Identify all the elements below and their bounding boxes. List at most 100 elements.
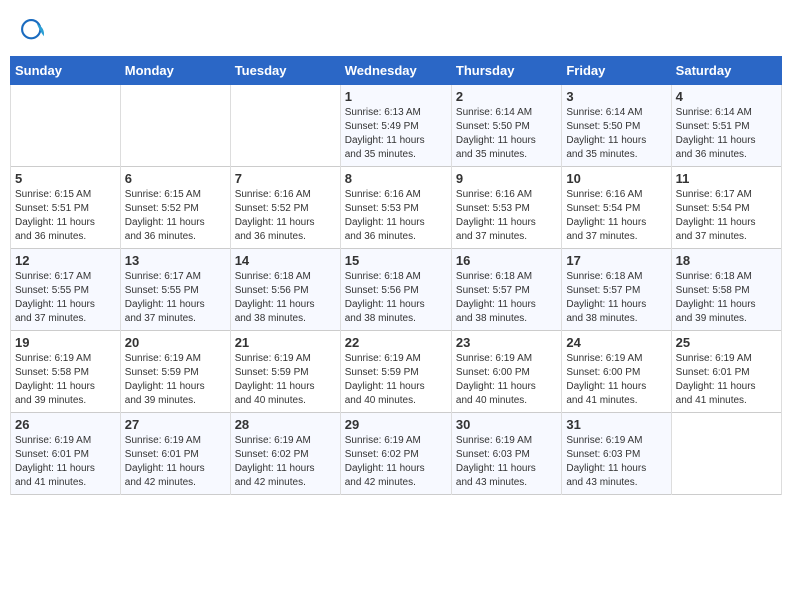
- day-info: Sunrise: 6:17 AM Sunset: 5:55 PM Dayligh…: [15, 270, 116, 326]
- calendar-cell: [120, 85, 230, 167]
- day-number: 28: [235, 417, 336, 432]
- calendar-cell: 14 Sunrise: 6:18 AM Sunset: 5:56 PM Dayli…: [230, 249, 340, 331]
- day-info: Sunrise: 6:16 AM Sunset: 5:53 PM Dayligh…: [345, 188, 447, 244]
- calendar-cell: 24 Sunrise: 6:19 AM Sunset: 6:00 PM Dayli…: [562, 331, 671, 413]
- calendar-cell: 25 Sunrise: 6:19 AM Sunset: 6:01 PM Dayli…: [671, 331, 781, 413]
- day-info: Sunrise: 6:18 AM Sunset: 5:58 PM Dayligh…: [676, 270, 777, 326]
- calendar-cell: 13 Sunrise: 6:17 AM Sunset: 5:55 PM Dayli…: [120, 249, 230, 331]
- calendar-week-row: 19Sunrise: 6:19 AM Sunset: 5:58 PM Dayli…: [11, 331, 782, 413]
- calendar-cell: 18 Sunrise: 6:18 AM Sunset: 5:58 PM Dayli…: [671, 249, 781, 331]
- calendar-cell: 21Sunrise: 6:19 AM Sunset: 5:59 PM Dayli…: [230, 331, 340, 413]
- calendar-cell: 2 Sunrise: 6:14 AM Sunset: 5:50 PM Daylig…: [451, 85, 561, 167]
- day-number: 14: [235, 253, 336, 268]
- day-number: 2: [456, 89, 557, 104]
- calendar-cell: 20Sunrise: 6:19 AM Sunset: 5:59 PM Dayli…: [120, 331, 230, 413]
- day-number: 1: [345, 89, 447, 104]
- calendar-cell: 29Sunrise: 6:19 AM Sunset: 6:02 PM Dayli…: [340, 413, 451, 495]
- day-number: 24: [566, 335, 666, 350]
- day-number: 22: [345, 335, 447, 350]
- day-number: 5: [15, 171, 116, 186]
- day-number: 19: [15, 335, 116, 350]
- weekday-header-monday: Monday: [120, 57, 230, 85]
- day-number: 15: [345, 253, 447, 268]
- calendar-week-row: 1 Sunrise: 6:13 AM Sunset: 5:49 PM Daylig…: [11, 85, 782, 167]
- page-header: [10, 10, 782, 50]
- weekday-header-sunday: Sunday: [11, 57, 121, 85]
- day-number: 20: [125, 335, 226, 350]
- calendar-cell: 15 Sunrise: 6:18 AM Sunset: 5:56 PM Dayli…: [340, 249, 451, 331]
- calendar-cell: 8 Sunrise: 6:16 AM Sunset: 5:53 PM Daylig…: [340, 167, 451, 249]
- weekday-header-tuesday: Tuesday: [230, 57, 340, 85]
- day-number: 26: [15, 417, 116, 432]
- day-info: Sunrise: 6:14 AM Sunset: 5:50 PM Dayligh…: [566, 106, 666, 162]
- day-number: 30: [456, 417, 557, 432]
- day-info: Sunrise: 6:14 AM Sunset: 5:50 PM Dayligh…: [456, 106, 557, 162]
- day-number: 29: [345, 417, 447, 432]
- day-number: 6: [125, 171, 226, 186]
- day-info: Sunrise: 6:18 AM Sunset: 5:56 PM Dayligh…: [345, 270, 447, 326]
- calendar-cell: 9Sunrise: 6:16 AM Sunset: 5:53 PM Daylig…: [451, 167, 561, 249]
- day-info: Sunrise: 6:15 AM Sunset: 5:52 PM Dayligh…: [125, 188, 226, 244]
- calendar-week-row: 5 Sunrise: 6:15 AM Sunset: 5:51 PM Daylig…: [11, 167, 782, 249]
- calendar-cell: [230, 85, 340, 167]
- calendar-cell: 12 Sunrise: 6:17 AM Sunset: 5:55 PM Dayli…: [11, 249, 121, 331]
- calendar-cell: 1 Sunrise: 6:13 AM Sunset: 5:49 PM Daylig…: [340, 85, 451, 167]
- day-info: Sunrise: 6:16 AM Sunset: 5:54 PM Dayligh…: [566, 188, 666, 244]
- calendar-cell: 28 Sunrise: 6:19 AM Sunset: 6:02 PM Dayli…: [230, 413, 340, 495]
- day-info: Sunrise: 6:13 AM Sunset: 5:49 PM Dayligh…: [345, 106, 447, 162]
- day-info: Sunrise: 6:14 AM Sunset: 5:51 PM Dayligh…: [676, 106, 777, 162]
- weekday-header-friday: Friday: [562, 57, 671, 85]
- calendar-cell: 23Sunrise: 6:19 AM Sunset: 6:00 PM Dayli…: [451, 331, 561, 413]
- day-info: Sunrise: 6:19 AM Sunset: 6:03 PM Dayligh…: [456, 434, 557, 490]
- day-number: 7: [235, 171, 336, 186]
- day-info: Sunrise: 6:19 AM Sunset: 6:00 PM Dayligh…: [566, 352, 666, 408]
- calendar-cell: 31Sunrise: 6:19 AM Sunset: 6:03 PM Dayli…: [562, 413, 671, 495]
- day-info: Sunrise: 6:19 AM Sunset: 6:02 PM Dayligh…: [235, 434, 336, 490]
- day-number: 13: [125, 253, 226, 268]
- day-info: Sunrise: 6:15 AM Sunset: 5:51 PM Dayligh…: [15, 188, 116, 244]
- logo: [20, 18, 52, 46]
- day-number: 31: [566, 417, 666, 432]
- day-number: 3: [566, 89, 666, 104]
- calendar-cell: 27Sunrise: 6:19 AM Sunset: 6:01 PM Dayli…: [120, 413, 230, 495]
- day-number: 12: [15, 253, 116, 268]
- weekday-header-wednesday: Wednesday: [340, 57, 451, 85]
- day-number: 8: [345, 171, 447, 186]
- calendar-cell: 17Sunrise: 6:18 AM Sunset: 5:57 PM Dayli…: [562, 249, 671, 331]
- day-info: Sunrise: 6:17 AM Sunset: 5:55 PM Dayligh…: [125, 270, 226, 326]
- day-info: Sunrise: 6:18 AM Sunset: 5:57 PM Dayligh…: [456, 270, 557, 326]
- day-number: 21: [235, 335, 336, 350]
- weekday-header-row: SundayMondayTuesdayWednesdayThursdayFrid…: [11, 57, 782, 85]
- calendar-week-row: 26 Sunrise: 6:19 AM Sunset: 6:01 PM Dayli…: [11, 413, 782, 495]
- day-info: Sunrise: 6:18 AM Sunset: 5:56 PM Dayligh…: [235, 270, 336, 326]
- calendar-cell: 19Sunrise: 6:19 AM Sunset: 5:58 PM Dayli…: [11, 331, 121, 413]
- day-number: 16: [456, 253, 557, 268]
- calendar-cell: 4Sunrise: 6:14 AM Sunset: 5:51 PM Daylig…: [671, 85, 781, 167]
- day-number: 10: [566, 171, 666, 186]
- day-info: Sunrise: 6:19 AM Sunset: 6:01 PM Dayligh…: [125, 434, 226, 490]
- day-number: 23: [456, 335, 557, 350]
- calendar-cell: 10 Sunrise: 6:16 AM Sunset: 5:54 PM Dayli…: [562, 167, 671, 249]
- calendar-cell: [671, 413, 781, 495]
- calendar-cell: 11 Sunrise: 6:17 AM Sunset: 5:54 PM Dayli…: [671, 167, 781, 249]
- calendar-cell: 7Sunrise: 6:16 AM Sunset: 5:52 PM Daylig…: [230, 167, 340, 249]
- day-info: Sunrise: 6:19 AM Sunset: 6:01 PM Dayligh…: [15, 434, 116, 490]
- day-number: 18: [676, 253, 777, 268]
- day-info: Sunrise: 6:18 AM Sunset: 5:57 PM Dayligh…: [566, 270, 666, 326]
- calendar-cell: 30 Sunrise: 6:19 AM Sunset: 6:03 PM Dayli…: [451, 413, 561, 495]
- calendar-cell: 26 Sunrise: 6:19 AM Sunset: 6:01 PM Dayli…: [11, 413, 121, 495]
- calendar-cell: [11, 85, 121, 167]
- day-number: 11: [676, 171, 777, 186]
- calendar-week-row: 12 Sunrise: 6:17 AM Sunset: 5:55 PM Dayli…: [11, 249, 782, 331]
- calendar-cell: 3 Sunrise: 6:14 AM Sunset: 5:50 PM Daylig…: [562, 85, 671, 167]
- day-number: 25: [676, 335, 777, 350]
- day-info: Sunrise: 6:19 AM Sunset: 6:01 PM Dayligh…: [676, 352, 777, 408]
- weekday-header-saturday: Saturday: [671, 57, 781, 85]
- day-info: Sunrise: 6:16 AM Sunset: 5:53 PM Dayligh…: [456, 188, 557, 244]
- calendar-cell: 5 Sunrise: 6:15 AM Sunset: 5:51 PM Daylig…: [11, 167, 121, 249]
- calendar-cell: 6 Sunrise: 6:15 AM Sunset: 5:52 PM Daylig…: [120, 167, 230, 249]
- day-info: Sunrise: 6:19 AM Sunset: 5:59 PM Dayligh…: [345, 352, 447, 408]
- logo-icon: [20, 18, 48, 46]
- day-info: Sunrise: 6:17 AM Sunset: 5:54 PM Dayligh…: [676, 188, 777, 244]
- calendar-cell: 22 Sunrise: 6:19 AM Sunset: 5:59 PM Dayli…: [340, 331, 451, 413]
